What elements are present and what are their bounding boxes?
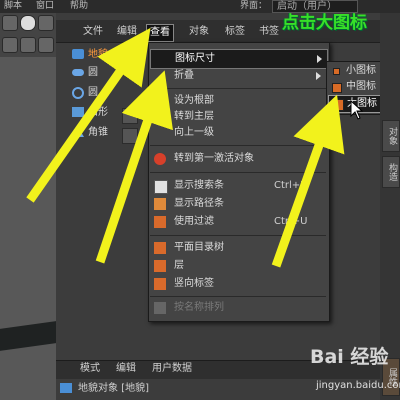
baidu-jingyan-watermark: Bai 经验 jingyan.baidu.com [300, 340, 400, 396]
arrow-to-icon-size [95, 70, 173, 264]
arrow-to-large-icon [271, 94, 345, 268]
watermark-url: jingyan.baidu.com [316, 380, 400, 391]
arrow-to-view-menu [26, 27, 151, 203]
watermark-brand: Bai 经验 [310, 346, 389, 368]
annotation-text: 点击大图标 [282, 13, 367, 33]
mouse-cursor-icon [350, 100, 364, 120]
